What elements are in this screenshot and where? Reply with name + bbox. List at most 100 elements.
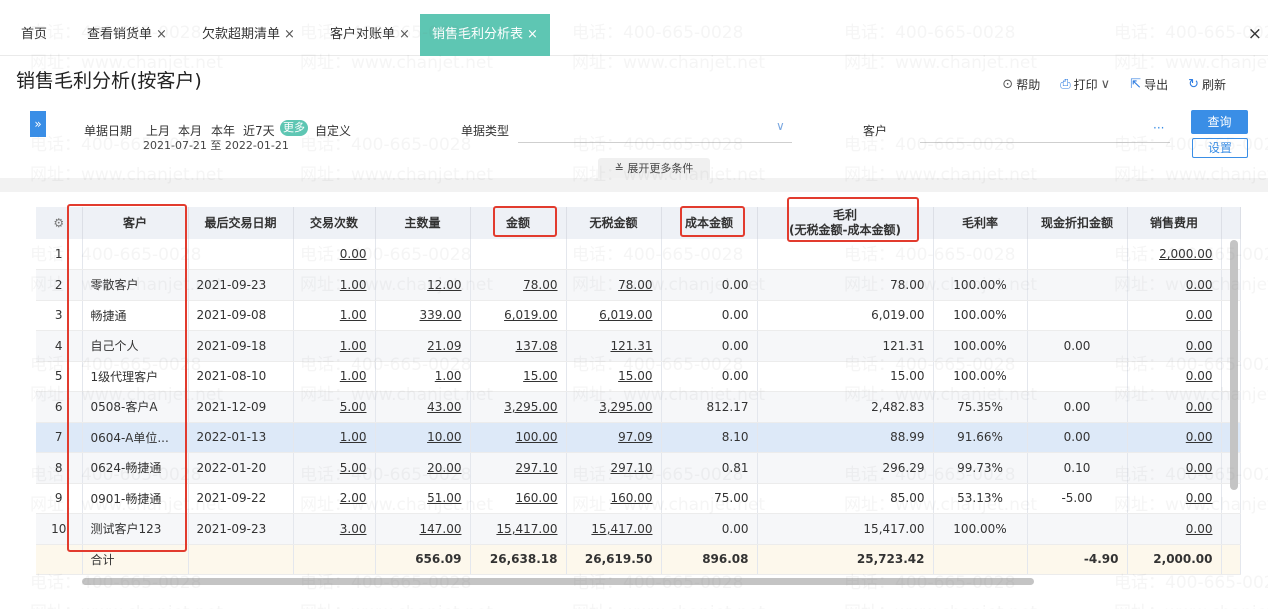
col-cash-discount[interactable]: 现金折扣金额 [1027, 207, 1128, 239]
table-row[interactable]: 3 畅捷通 2021-09-08 1.00 339.00 6,019.00 6,019.00… [36, 300, 1241, 331]
cell-main-quantity[interactable]: 51.00 [375, 483, 471, 514]
col-gross-profit[interactable]: 毛利 (无税金额-成本金额) [757, 207, 934, 239]
cell-main-quantity[interactable]: 12.00 [375, 269, 471, 301]
table-row[interactable]: 8 0624-畅捷通 2022-01-20 5.00 20.00 297.10 297.10… [36, 452, 1241, 484]
refresh-button[interactable]: ↻ 刷新 [1188, 76, 1226, 93]
export-button[interactable]: ⇱ 导出 [1130, 76, 1168, 93]
cell-net-amount[interactable]: 3,295.00 [566, 391, 662, 423]
table-row[interactable]: 10 测试客户123 2021-09-23 3.00 147.00 15,417.00 15… [36, 513, 1241, 545]
cell-trade-count[interactable]: 1.00 [293, 269, 376, 301]
cell-amount[interactable]: 160.00 [470, 483, 567, 514]
cell-sales-expense[interactable]: 0.00 [1127, 422, 1222, 453]
col-net-amount[interactable]: 无税金额 [566, 207, 662, 239]
cell-net-amount[interactable]: 15.00 [566, 361, 662, 392]
tab-gross-profit-analysis[interactable]: 销售毛利分析表 × [420, 14, 550, 56]
cell-amount[interactable]: 15.00 [470, 361, 567, 392]
cell-amount[interactable]: 297.10 [470, 452, 567, 484]
cell-trade-count[interactable]: 1.00 [293, 422, 376, 453]
table-row[interactable]: 9 0901-畅捷通 2021-09-22 2.00 51.00 160.00 160.00… [36, 483, 1241, 514]
cell-main-quantity[interactable]: 20.00 [375, 452, 471, 484]
vertical-scrollbar[interactable] [1230, 240, 1238, 490]
cell-main-quantity[interactable]: 43.00 [375, 391, 471, 423]
table-row[interactable]: 1 0.00 2,000.00 [36, 239, 1241, 270]
cell-sales-expense[interactable]: 2,000.00 [1127, 239, 1222, 270]
tab-home[interactable]: 首页 [21, 14, 47, 56]
chevron-down-icon[interactable]: ∨ [776, 119, 785, 133]
cell-customer: 0508-客户A [82, 391, 189, 423]
col-cost-amount[interactable]: 成本金额 [661, 207, 758, 239]
cell-sales-expense[interactable]: 0.00 [1127, 483, 1222, 514]
table-row[interactable]: 2 零散客户 2021-09-23 1.00 12.00 78.00 78.00 0.00 78… [36, 269, 1241, 301]
table-row[interactable]: 6 0508-客户A 2021-12-09 5.00 43.00 3,295.00 3,29… [36, 391, 1241, 423]
cell-net-amount[interactable]: 15,417.00 [566, 513, 662, 545]
cell-amount[interactable]: 6,019.00 [470, 300, 567, 331]
cell-amount[interactable]: 100.00 [470, 422, 567, 453]
table-row[interactable]: 5 1级代理客户 2021-08-10 1.00 1.00 15.00 15.00 0.00 1… [36, 361, 1241, 392]
cell-trade-count[interactable]: 5.00 [293, 452, 376, 484]
cell-trade-count[interactable]: 1.00 [293, 330, 376, 362]
doc-type-select[interactable] [518, 142, 792, 143]
cell-trade-count[interactable]: 1.00 [293, 300, 376, 331]
column-settings-icon[interactable]: ⚙ [36, 207, 83, 239]
cell-trade-count[interactable]: 1.00 [293, 361, 376, 392]
cell-sales-expense[interactable]: 0.00 [1127, 452, 1222, 484]
col-main-quantity[interactable]: 主数量 [375, 207, 471, 239]
cell-trade-count[interactable]: 0.00 [293, 239, 376, 270]
cell-amount[interactable]: 3,295.00 [470, 391, 567, 423]
cell-sales-expense[interactable]: 0.00 [1127, 361, 1222, 392]
customer-input[interactable] [920, 142, 1170, 143]
col-last-trade-date[interactable]: 最后交易日期 [188, 207, 294, 239]
close-all-tabs-icon[interactable]: × [1248, 24, 1262, 44]
close-icon[interactable]: × [156, 27, 167, 42]
tab-overdue-list[interactable]: 欠款超期清单 × [202, 14, 295, 56]
cell-net-amount[interactable]: 121.31 [566, 330, 662, 362]
date-option-more[interactable]: 更多 [280, 120, 308, 136]
close-icon[interactable]: × [399, 27, 410, 42]
tab-customer-statement[interactable]: 客户对账单 × [330, 14, 410, 56]
close-icon[interactable]: × [284, 27, 295, 42]
table-row[interactable]: 7 0604-A单位... 2022-01-13 1.00 10.00 100.00 97.… [36, 422, 1241, 453]
cell-net-amount[interactable]: 6,019.00 [566, 300, 662, 331]
col-amount[interactable]: 金额 [470, 207, 567, 239]
cell-trade-count[interactable]: 2.00 [293, 483, 376, 514]
col-gross-margin[interactable]: 毛利率 [933, 207, 1028, 239]
expand-more-conditions-button[interactable]: ≚ 展开更多条件 [598, 158, 710, 180]
cell-cost-amount: 75.00 [661, 483, 758, 514]
date-option-custom[interactable]: 自定义 [315, 122, 351, 139]
cell-net-amount[interactable]: 160.00 [566, 483, 662, 514]
cell-net-amount[interactable]: 97.09 [566, 422, 662, 453]
watermark-site: 网址：www.chanjet.net [1114, 598, 1268, 609]
cell-main-quantity[interactable]: 147.00 [375, 513, 471, 545]
cell-main-quantity[interactable]: 10.00 [375, 422, 471, 453]
help-button[interactable]: ⊙ 帮助 [1002, 76, 1040, 93]
col-sales-expense[interactable]: 销售费用 [1127, 207, 1222, 239]
cell-net-amount[interactable]: 78.00 [566, 269, 662, 301]
horizontal-scrollbar[interactable] [82, 578, 1034, 585]
cell-trade-count[interactable]: 5.00 [293, 391, 376, 423]
row-number: 1 [36, 239, 83, 270]
cell-main-quantity[interactable]: 339.00 [375, 300, 471, 331]
print-button[interactable]: ⎙ 打印 ∨ [1060, 76, 1110, 93]
tab-view-sales-order[interactable]: 查看销货单 × [87, 14, 167, 56]
settings-button[interactable]: 设置 [1192, 138, 1248, 158]
cell-sales-expense[interactable]: 0.00 [1127, 330, 1222, 362]
table-row[interactable]: 4 自己个人 2021-09-18 1.00 21.09 137.08 121.31 0.00… [36, 330, 1241, 362]
expand-panel-button[interactable]: » [30, 111, 46, 137]
col-customer[interactable]: 客户 [82, 207, 189, 239]
cell-amount[interactable]: 137.08 [470, 330, 567, 362]
cell-sales-expense[interactable]: 0.00 [1127, 269, 1222, 301]
customer-picker-icon[interactable]: ··· [1153, 121, 1164, 135]
cell-net-amount[interactable]: 297.10 [566, 452, 662, 484]
cell-sales-expense[interactable]: 0.00 [1127, 391, 1222, 423]
cell-amount[interactable]: 15,417.00 [470, 513, 567, 545]
cell-trade-count[interactable]: 3.00 [293, 513, 376, 545]
cell-amount[interactable]: 78.00 [470, 269, 567, 301]
cell-sales-expense[interactable]: 0.00 [1127, 513, 1222, 545]
cell-main-quantity[interactable]: 1.00 [375, 361, 471, 392]
cell-main-quantity[interactable]: 21.09 [375, 330, 471, 362]
close-icon[interactable]: × [527, 27, 538, 42]
col-trade-count[interactable]: 交易次数 [293, 207, 376, 239]
cell-gross-profit: 85.00 [757, 483, 934, 514]
query-button[interactable]: 查询 [1191, 110, 1248, 134]
cell-sales-expense[interactable]: 0.00 [1127, 300, 1222, 331]
